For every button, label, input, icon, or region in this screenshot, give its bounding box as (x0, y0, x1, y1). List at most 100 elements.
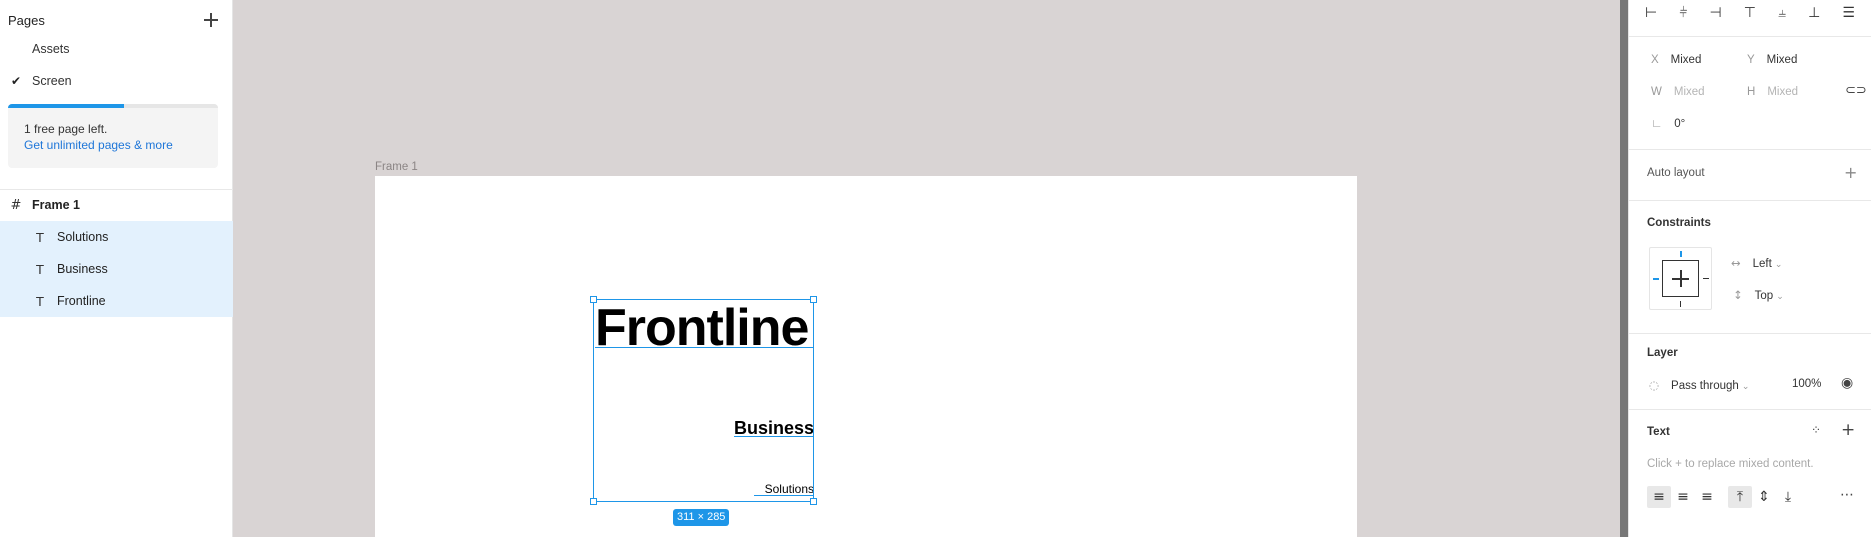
page-item-screen[interactable]: ✔ Screen (0, 67, 233, 95)
vertical-constraint-icon: ↕ (1733, 288, 1743, 302)
left-panel: Pages Assets ✔ Screen 1 free page left. … (0, 0, 233, 537)
right-panel: ⊢ ⫩ ⊣ ⊤ ⫨ ⊥ ☰ X Mixed Y Mixed W Mixed H Mixe… (1628, 0, 1871, 537)
text-layer-icon: T (36, 293, 44, 309)
align-bottom-icon[interactable]: ⊥ (1808, 5, 1820, 21)
divider (1629, 333, 1871, 334)
frame-hash-icon: # (10, 197, 22, 213)
horizontal-constraint-dropdown[interactable]: ↔ Left ⌄ (1731, 256, 1782, 270)
text-align-vertical-group: ⤒ ⇕ ⤓ (1728, 486, 1800, 508)
constraint-left-tick[interactable] (1653, 278, 1659, 280)
usage-text: 1 free page left. (24, 122, 108, 136)
alignment-toolbar: ⊢ ⫩ ⊣ ⊤ ⫨ ⊥ ☰ (1645, 2, 1855, 24)
resize-handle-ne[interactable] (810, 296, 817, 303)
h-value: Mixed (1767, 86, 1798, 98)
align-left-icon[interactable]: ⊢ (1645, 5, 1657, 21)
add-auto-layout-icon[interactable]: + (1844, 163, 1857, 182)
text-layer-icon: T (36, 261, 44, 277)
rotation-angle-icon: ∟ (1651, 118, 1663, 130)
resize-handle-se[interactable] (810, 498, 817, 505)
text-styles-icon[interactable]: ⁘ (1811, 423, 1821, 437)
selection-dimensions-badge: 311 × 285 (673, 509, 730, 526)
text-align-top-icon[interactable]: ⤒ (1728, 486, 1752, 508)
pages-title: Pages (8, 12, 45, 28)
constraint-bottom-tick[interactable] (1680, 301, 1681, 307)
visibility-eye-icon[interactable]: ◉ (1841, 375, 1853, 391)
align-vertical-center-icon[interactable]: ⫨ (1778, 5, 1786, 21)
blend-mode-dropdown[interactable]: ◌ Pass through ⌄ (1649, 378, 1749, 392)
text-align-left-icon[interactable]: ≡ (1647, 486, 1671, 508)
blend-drop-icon: ◌ (1649, 378, 1660, 392)
opacity-field[interactable]: 100% (1792, 378, 1821, 390)
resize-handle-nw[interactable] (590, 296, 597, 303)
text-align-horizontal-group: ≡ ≡ ≡ (1647, 486, 1719, 508)
distribute-menu-icon[interactable]: ☰ (1842, 5, 1855, 21)
layer-label: Frame 1 (32, 198, 80, 212)
divider (1629, 200, 1871, 201)
text-section-title: Text (1647, 426, 1670, 438)
add-page-icon[interactable] (204, 13, 218, 27)
upgrade-link[interactable]: Get unlimited pages & more (24, 138, 173, 152)
vertical-scrollbar[interactable] (1620, 0, 1628, 537)
page-usage-card: 1 free page left. Get unlimited pages & … (8, 104, 218, 168)
selection-box[interactable] (593, 299, 814, 502)
constraint-top-tick[interactable] (1680, 251, 1682, 257)
x-field[interactable]: X Mixed (1651, 54, 1701, 66)
divider (1629, 409, 1871, 410)
checkmark-icon: ✔ (10, 74, 22, 88)
align-right-icon[interactable]: ⊣ (1709, 5, 1721, 21)
page-item-assets[interactable]: Assets (0, 35, 233, 63)
text-align-right-icon[interactable]: ≡ (1695, 486, 1719, 508)
usage-bar-fill (8, 104, 124, 108)
y-value: Mixed (1766, 54, 1798, 66)
canvas[interactable]: Frame 1 Frontline Business Solutions 311… (234, 0, 1620, 537)
vertical-constraint-dropdown[interactable]: ↕ Top ⌄ (1733, 288, 1784, 302)
blend-mode-value: Pass through (1671, 380, 1739, 392)
layer-label: Frontline (57, 294, 106, 308)
text-layer-icon: T (36, 229, 44, 245)
align-top-icon[interactable]: ⊤ (1744, 5, 1756, 21)
layer-frame-1[interactable]: # Frame 1 (0, 189, 233, 221)
vertical-constraint-value: Top (1754, 290, 1774, 302)
align-horizontal-center-icon[interactable]: ⫩ (1679, 5, 1687, 21)
usage-bar (8, 104, 218, 108)
x-value: Mixed (1670, 54, 1702, 66)
w-label: W (1651, 86, 1662, 98)
pages-header: Pages (8, 10, 218, 30)
y-field[interactable]: Y Mixed (1747, 54, 1797, 66)
layer-label: Solutions (57, 230, 109, 244)
text-align-center-icon[interactable]: ≡ (1671, 486, 1695, 508)
y-label: Y (1747, 54, 1755, 66)
layer-label: Business (57, 262, 108, 276)
more-options-icon[interactable]: ⋯ (1840, 487, 1854, 503)
constrain-proportions-icon[interactable]: ⊂⊃ (1845, 83, 1867, 98)
layer-solutions[interactable]: T Solutions (0, 221, 233, 253)
constraints-widget[interactable] (1649, 247, 1712, 310)
frame-1[interactable] (375, 176, 1357, 537)
w-field[interactable]: W Mixed (1651, 86, 1705, 98)
resize-handle-sw[interactable] (590, 498, 597, 505)
constraints-center (1662, 260, 1699, 297)
constraint-right-tick[interactable] (1703, 278, 1709, 279)
layer-business[interactable]: T Business (0, 253, 233, 285)
rotation-field[interactable]: ∟ 0° (1651, 118, 1685, 130)
auto-layout-title: Auto layout (1647, 167, 1705, 179)
page-label: Assets (32, 42, 70, 56)
layer-title: Layer (1647, 347, 1678, 359)
chevron-down-icon: ⌄ (1774, 259, 1783, 269)
mixed-content-hint: Click + to replace mixed content. (1647, 458, 1814, 470)
h-label: H (1747, 86, 1756, 98)
constraints-title: Constraints (1647, 217, 1711, 229)
chevron-down-icon: ⌄ (1776, 291, 1784, 301)
text-align-middle-icon[interactable]: ⇕ (1752, 486, 1776, 508)
add-text-style-icon[interactable]: + (1841, 420, 1855, 440)
chevron-down-icon: ⌄ (1741, 381, 1750, 391)
layer-frontline[interactable]: T Frontline (0, 285, 233, 317)
divider (1629, 36, 1871, 37)
h-field[interactable]: H Mixed (1747, 86, 1798, 98)
rotation-value: 0° (1674, 118, 1686, 130)
frame-label[interactable]: Frame 1 (375, 161, 418, 173)
page-label: Screen (32, 74, 72, 88)
text-align-bottom-icon[interactable]: ⤓ (1776, 486, 1800, 508)
horizontal-constraint-icon: ↔ (1731, 256, 1741, 270)
divider (1629, 149, 1871, 150)
